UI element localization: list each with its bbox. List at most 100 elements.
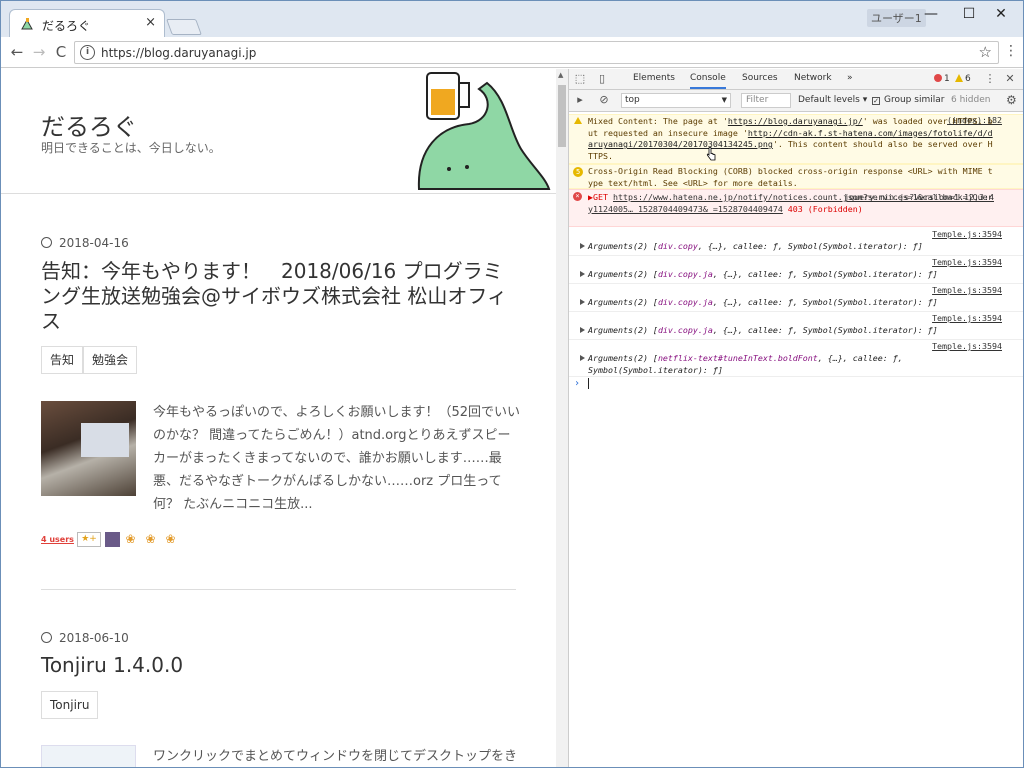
bookmark-star-icon[interactable]: ☆ <box>979 43 992 61</box>
expand-triangle-icon[interactable] <box>580 327 585 333</box>
browser-tab[interactable]: だるろぐ × <box>9 9 165 37</box>
group-similar-checkbox[interactable]: ✓ Group similar <box>872 95 944 105</box>
dropdown-arrow-icon: ▼ <box>721 96 727 104</box>
console-filter-input[interactable]: Filter <box>741 93 791 108</box>
log-prefix: Arguments(2) [ <box>588 325 658 335</box>
log-body[interactable]: Arguments(2) [div.copy.ja, {…}, callee: … <box>580 269 1003 281</box>
tag-link[interactable]: 告知 <box>41 346 84 374</box>
expand-triangle-icon[interactable] <box>580 243 585 249</box>
new-tab-button[interactable] <box>166 19 202 35</box>
thumbnail-screen <box>81 423 129 457</box>
user-avatar-icon[interactable]: ❀ <box>143 532 158 547</box>
tab-network[interactable]: Network <box>794 73 832 83</box>
log-body[interactable]: Arguments(2) [div.copy.ja, {…}, callee: … <box>580 297 1003 309</box>
log-element[interactable]: div.copy <box>658 241 698 251</box>
info-icon[interactable]: i <box>80 45 95 60</box>
log-prefix: Arguments(2) [ <box>588 269 658 279</box>
warning-text: Mixed Content: The page at ' <box>588 116 728 126</box>
forward-button[interactable]: → <box>29 42 49 62</box>
post-thumbnail[interactable] <box>41 401 136 496</box>
log-rest: , {…}, callee: ƒ, Symbol(Symbol.iterator… <box>712 325 938 335</box>
post-title[interactable]: 告知：今年もやります！ 2018/06/16 プログラミング生放送勉強会@サイボ… <box>41 259 521 334</box>
log-body[interactable]: Arguments(2) [div.copy, {…}, callee: ƒ, … <box>580 241 1003 253</box>
title-bar: だるろぐ × ユーザー1 — ☐ ✕ <box>1 1 1023 37</box>
post-thumbnail[interactable] <box>41 745 136 767</box>
tab-close-icon[interactable]: × <box>145 15 156 30</box>
error-text[interactable]: ▶GET <box>588 192 613 202</box>
user-avatar-icon[interactable]: ❀ <box>123 532 138 547</box>
tab-console[interactable]: Console <box>690 73 726 89</box>
error-count-badge[interactable]: 1 <box>934 74 950 84</box>
sidebar-toggle-icon[interactable]: ▸ <box>573 93 587 107</box>
tag-link[interactable]: 勉強会 <box>83 346 138 374</box>
devtools-close-icon[interactable]: ✕ <box>1003 72 1017 86</box>
bookmark-users-link[interactable]: 4 users <box>41 535 74 544</box>
console-log[interactable]: Temple.js:3594 Arguments(2) [div.copy.ja… <box>569 256 1023 284</box>
console-log[interactable]: Temple.js:3594 Arguments(2) [netflix-tex… <box>569 340 1023 377</box>
clear-console-icon[interactable]: ⊘ <box>597 93 611 107</box>
message-source-link[interactable]: jquery.min.js?version=1.12.3:4 <box>844 192 994 204</box>
console-input[interactable] <box>588 378 589 389</box>
post-title[interactable]: Tonjiru 1.4.0.0 <box>41 653 521 678</box>
expand-triangle-icon[interactable] <box>580 271 585 277</box>
tab-sources[interactable]: Sources <box>742 73 778 83</box>
post-divider <box>41 589 516 590</box>
add-star-button[interactable]: ★+ <box>77 532 101 547</box>
log-source-link[interactable]: Temple.js:3594 <box>932 229 1002 241</box>
browser-window: だるろぐ × ユーザー1 — ☐ ✕ ← → C i https://blog.… <box>0 0 1024 768</box>
scroll-up-icon[interactable]: ▲ <box>558 71 563 79</box>
more-tabs-icon[interactable]: » <box>847 73 853 83</box>
page-url-link[interactable]: https://blog.daruyanagi.jp/ <box>728 116 863 126</box>
reload-button[interactable]: C <box>51 42 71 62</box>
log-element[interactable]: div.copy.ja <box>658 269 713 279</box>
log-prefix: Arguments(2) [ <box>588 353 658 363</box>
checkbox-icon[interactable]: ✓ <box>872 97 880 105</box>
log-element[interactable]: div.copy.ja <box>658 297 713 307</box>
console-log[interactable]: Temple.js:3594 Arguments(2) [div.copy.ja… <box>569 312 1023 340</box>
log-element[interactable]: netflix-text#tuneInText.boldFont <box>658 353 818 363</box>
devtools-menu-icon[interactable]: ⋮ <box>983 72 997 86</box>
log-source-link[interactable]: Temple.js:3594 <box>932 285 1002 297</box>
expand-triangle-icon[interactable] <box>580 355 585 361</box>
page-scrollbar[interactable]: ▲ <box>556 69 568 767</box>
tag-link[interactable]: Tonjiru <box>41 691 99 719</box>
log-body[interactable]: Arguments(2) [div.copy.ja, {…}, callee: … <box>580 325 1003 337</box>
log-rest: , {…}, callee: ƒ, Symbol(Symbol.iterator… <box>712 269 938 279</box>
log-rest: , {…}, callee: ƒ, Symbol(Symbol.iterator… <box>697 241 923 251</box>
favicon-icon <box>21 18 33 30</box>
inspect-element-icon[interactable]: ⬚ <box>573 72 587 86</box>
console-log[interactable]: Temple.js:3594 Arguments(2) [div.copy.ja… <box>569 284 1023 312</box>
devtools-tab-bar: ⬚ ▯ Elements Console Sources Network » 1… <box>569 69 1023 90</box>
mascot-logo <box>417 72 551 190</box>
log-element[interactable]: div.copy.ja <box>658 325 713 335</box>
user-avatar-icon[interactable]: ❀ <box>163 532 178 547</box>
warning-count-badge[interactable]: 6 <box>955 74 971 84</box>
blog-subtitle: 明日できることは、今日しない。 <box>41 141 221 155</box>
message-source-link[interactable]: (index):182 <box>947 115 1002 127</box>
log-rest: , {…}, callee: ƒ, Symbol(Symbol.iterator… <box>712 297 938 307</box>
back-button[interactable]: ← <box>7 42 27 62</box>
console-warning: (index):182 Mixed Content: The page at '… <box>569 114 1023 164</box>
error-text: 403 (Forbidden) <box>782 203 863 214</box>
log-source-link[interactable]: Temple.js:3594 <box>932 257 1002 269</box>
log-source-link[interactable]: Temple.js:3594 <box>932 313 1002 325</box>
tab-elements[interactable]: Elements <box>633 73 675 83</box>
log-levels-dropdown[interactable]: Default levels ▾ <box>798 95 867 105</box>
log-source-link[interactable]: Temple.js:3594 <box>932 341 1002 353</box>
blog-title[interactable]: だるろぐ <box>41 107 137 142</box>
browser-menu-icon[interactable]: ⋮ <box>1004 43 1018 59</box>
user-avatar-icon[interactable] <box>105 532 120 547</box>
expand-triangle-icon[interactable] <box>580 299 585 305</box>
address-bar[interactable]: i https://blog.daruyanagi.jp ☆ <box>74 41 999 64</box>
console-log[interactable]: Temple.js:3594 Arguments(2) [div.copy, {… <box>569 228 1023 256</box>
console-settings-icon[interactable]: ⚙ <box>1006 93 1017 107</box>
device-toolbar-icon[interactable]: ▯ <box>595 72 609 86</box>
context-select[interactable]: top ▼ <box>621 93 731 108</box>
scrollbar-thumb[interactable] <box>558 85 566 147</box>
post-excerpt: 今年もやるっぽいので、よろしくお願いします！（52回でいいのかな？ 間違ってたら… <box>153 405 521 512</box>
mouse-pointer-icon <box>706 147 716 161</box>
post-date: 2018-04-16 <box>41 236 129 250</box>
context-value: top <box>625 95 640 105</box>
close-window-button[interactable]: ✕ <box>979 1 1023 29</box>
log-body[interactable]: Arguments(2) [netflix-text#tuneInText.bo… <box>580 353 1003 376</box>
